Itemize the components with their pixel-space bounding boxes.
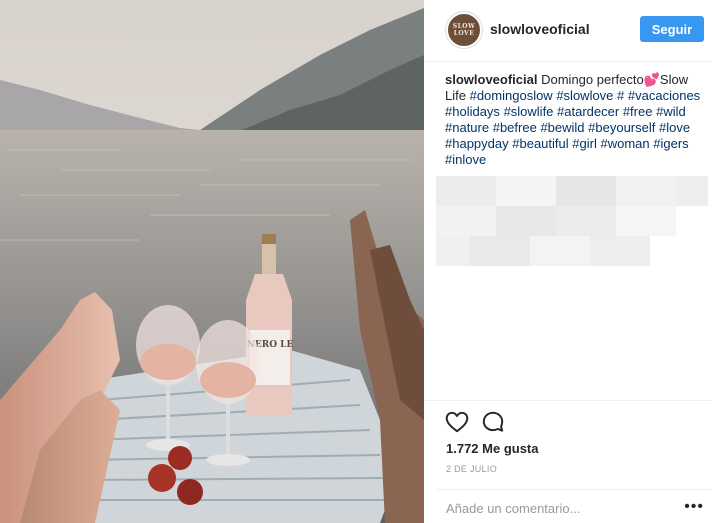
hashtag-link[interactable]: #vacaciones bbox=[628, 88, 700, 103]
hashtag-link[interactable]: #bewild bbox=[540, 120, 584, 135]
caption-text: Domingo perfecto bbox=[541, 72, 644, 87]
post-photo[interactable]: NERO LE bbox=[0, 0, 424, 523]
heart-emoji: 💕 bbox=[643, 72, 660, 87]
post-date[interactable]: 2 DE JULIO bbox=[446, 464, 497, 474]
actions-divider bbox=[424, 400, 712, 401]
hashtag-link[interactable]: #beautiful bbox=[512, 136, 568, 151]
hashtag-link[interactable]: #befree bbox=[493, 120, 537, 135]
blurred-comments bbox=[436, 176, 708, 284]
hashtag-link[interactable]: #wild bbox=[656, 104, 686, 119]
blur-block bbox=[556, 176, 616, 206]
avatar-text-top: SLOW bbox=[452, 23, 476, 30]
hashtag-link[interactable]: #atardecer bbox=[557, 104, 619, 119]
comment-icon[interactable] bbox=[480, 409, 506, 435]
blur-block bbox=[470, 236, 530, 266]
hashtag-link[interactable]: #happyday bbox=[445, 136, 509, 151]
hashtag-link[interactable]: #igers bbox=[653, 136, 688, 151]
blur-block bbox=[556, 206, 616, 236]
comment-bar: ••• bbox=[436, 489, 712, 523]
likes-count[interactable]: 1.772 Me gusta bbox=[446, 441, 539, 456]
blur-block bbox=[590, 236, 650, 266]
hashtag-link[interactable]: #woman bbox=[600, 136, 649, 151]
username-link[interactable]: slowloveoficial bbox=[490, 21, 590, 37]
blur-block bbox=[496, 206, 556, 236]
blur-block bbox=[436, 236, 470, 266]
hashtag-link[interactable]: #slowlife bbox=[504, 104, 554, 119]
blur-block bbox=[436, 206, 496, 236]
blur-block bbox=[436, 176, 496, 206]
hashtag-link[interactable]: #beyourself bbox=[588, 120, 655, 135]
blur-block bbox=[616, 206, 676, 236]
post-header: SLOW LOVE slowloveoficial Seguir bbox=[424, 0, 712, 62]
hashtag-link[interactable]: #love bbox=[659, 120, 690, 135]
hashtag-link[interactable]: # bbox=[617, 88, 624, 103]
hashtag-link[interactable]: #nature bbox=[445, 120, 489, 135]
hashtag-list: #domingoslow #slowlove # #vacaciones #ho… bbox=[445, 88, 700, 167]
comment-input[interactable] bbox=[446, 499, 666, 517]
follow-button[interactable]: Seguir bbox=[640, 16, 704, 42]
blur-block bbox=[676, 176, 708, 206]
hashtag-link[interactable]: #domingoslow bbox=[470, 88, 553, 103]
hashtag-link[interactable]: #slowlove bbox=[556, 88, 613, 103]
caption: slowloveoficial Domingo perfecto💕Slow Li… bbox=[445, 72, 707, 168]
blur-block bbox=[530, 236, 590, 266]
hashtag-link[interactable]: #holidays bbox=[445, 104, 500, 119]
avatar-text-bottom: LOVE bbox=[453, 30, 475, 37]
avatar[interactable]: SLOW LOVE bbox=[446, 12, 482, 48]
heart-icon[interactable] bbox=[444, 409, 470, 435]
hashtag-link[interactable]: #free bbox=[623, 104, 653, 119]
post-panel: SLOW LOVE slowloveoficial Seguir slowlov… bbox=[424, 0, 712, 523]
hashtag-link[interactable]: #inlove bbox=[445, 152, 486, 167]
blur-block bbox=[616, 176, 676, 206]
hashtag-link[interactable]: #girl bbox=[572, 136, 597, 151]
caption-username[interactable]: slowloveoficial bbox=[445, 72, 537, 87]
more-options-icon[interactable]: ••• bbox=[684, 499, 704, 515]
blur-block bbox=[496, 176, 556, 206]
